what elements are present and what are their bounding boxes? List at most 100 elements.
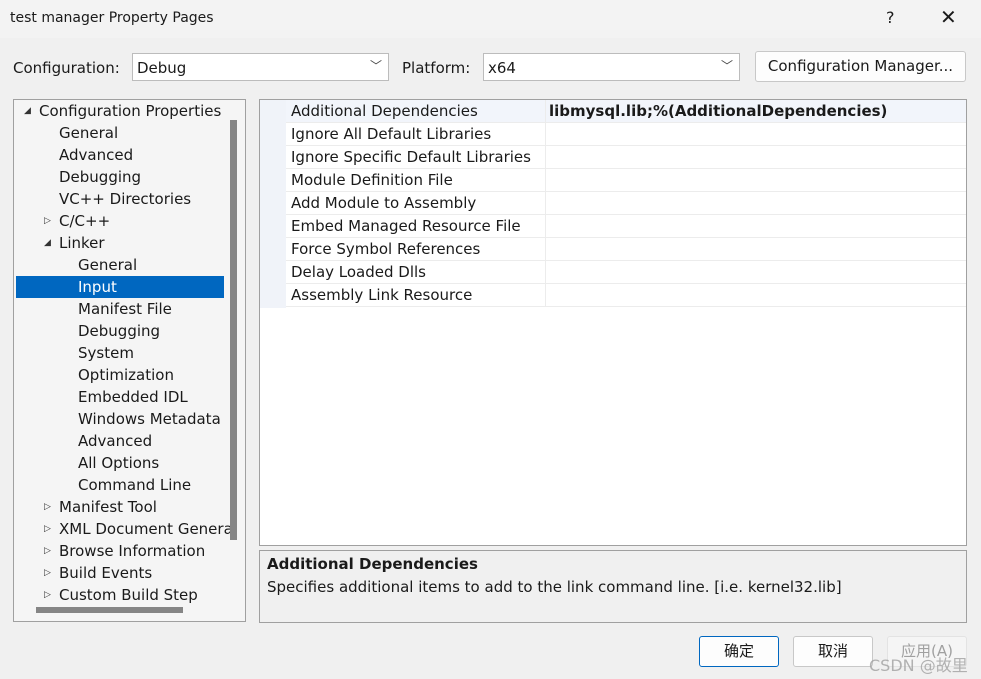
tree-item-label: C/C++ — [59, 212, 111, 230]
tree-item[interactable]: Optimization — [16, 364, 224, 386]
tree-item-label: VC++ Directories — [59, 190, 192, 208]
property-row[interactable]: Module Definition File — [286, 169, 966, 192]
property-value[interactable]: libmysql.lib;%(AdditionalDependencies) — [545, 100, 965, 122]
help-button[interactable]: ? — [886, 8, 895, 27]
tree-item-label: Custom Build Step — [59, 586, 198, 604]
expanded-arrow-icon[interactable]: ◢ — [44, 232, 51, 254]
tree-item[interactable]: Advanced — [16, 430, 224, 452]
collapsed-arrow-icon[interactable]: ▷ — [44, 210, 51, 232]
tree-item-label: Optimization — [78, 366, 174, 384]
property-row[interactable]: Ignore Specific Default Libraries — [286, 146, 966, 169]
tree-item-label: Manifest File — [78, 300, 172, 318]
tree-item[interactable]: VC++ Directories — [16, 188, 224, 210]
tree-item[interactable]: Embedded IDL — [16, 386, 224, 408]
collapsed-arrow-icon[interactable]: ▷ — [44, 518, 51, 540]
tree-item[interactable]: Advanced — [16, 144, 224, 166]
collapsed-arrow-icon[interactable]: ▷ — [44, 540, 51, 562]
tree-item[interactable]: Debugging — [16, 320, 224, 342]
tree-item-label: Advanced — [78, 432, 153, 450]
tree-item[interactable]: ▷ Custom Build Step — [16, 584, 224, 606]
property-tree[interactable]: ◢ Configuration Properties General Advanced… — [13, 99, 246, 622]
property-row[interactable]: Force Symbol References — [286, 238, 966, 261]
horizontal-scrollbar[interactable] — [36, 607, 183, 613]
tree-item-label: Input — [78, 278, 117, 296]
property-value[interactable] — [545, 123, 965, 145]
tree-item-label: Debugging — [59, 168, 142, 186]
cancel-button[interactable]: 取消 — [793, 636, 873, 667]
property-row[interactable]: Add Module to Assembly — [286, 192, 966, 215]
tree-item[interactable]: ▷ Build Events — [16, 562, 224, 584]
property-row[interactable]: Embed Managed Resource File — [286, 215, 966, 238]
property-name: Delay Loaded Dlls — [291, 263, 426, 281]
configuration-label: Configuration: — [13, 59, 120, 77]
tree-item[interactable]: Command Line — [16, 474, 224, 496]
property-value[interactable] — [545, 238, 965, 260]
vertical-scrollbar[interactable] — [230, 120, 237, 540]
property-name: Ignore All Default Libraries — [291, 125, 492, 143]
collapsed-arrow-icon[interactable]: ▷ — [44, 584, 51, 606]
grid-gutter — [260, 100, 286, 308]
property-value[interactable] — [545, 192, 965, 214]
property-name: Add Module to Assembly — [291, 194, 477, 212]
configuration-manager-button[interactable]: Configuration Manager... — [755, 51, 966, 82]
tree-item[interactable]: Windows Metadata — [16, 408, 224, 430]
property-name: Assembly Link Resource — [291, 286, 473, 304]
tree-item-label: Manifest Tool — [59, 498, 157, 516]
tree-item-label: General — [78, 256, 138, 274]
tree-item[interactable]: ◢ Configuration Properties — [16, 100, 224, 122]
property-name: Embed Managed Resource File — [291, 217, 521, 235]
collapsed-arrow-icon[interactable]: ▷ — [44, 562, 51, 584]
tree-item-label: System — [78, 344, 134, 362]
description-title: Additional Dependencies — [267, 555, 478, 573]
tree-item[interactable]: ▷ Manifest Tool — [16, 496, 224, 518]
tree-item-label: Linker — [59, 234, 105, 252]
tree-item-label: All Options — [78, 454, 160, 472]
platform-dropdown[interactable]: x64 ﹀ — [483, 53, 740, 81]
tree-item[interactable]: ▷ Browse Information — [16, 540, 224, 562]
tree-item[interactable]: Manifest File — [16, 298, 224, 320]
tree-item[interactable]: All Options — [16, 452, 224, 474]
chevron-down-icon: ﹀ — [369, 59, 382, 73]
configuration-dropdown[interactable]: Debug ﹀ — [132, 53, 389, 81]
property-value[interactable] — [545, 261, 965, 283]
tree-item[interactable]: ◢ Linker — [16, 232, 224, 254]
tree-item[interactable]: General — [16, 122, 224, 144]
description-panel: Additional Dependencies Specifies additi… — [259, 550, 967, 623]
tree-item-label: Embedded IDL — [78, 388, 188, 406]
property-row[interactable]: Delay Loaded Dlls — [286, 261, 966, 284]
tree-item-label: XML Document Genera — [59, 520, 233, 538]
property-value[interactable] — [545, 169, 965, 191]
ok-button[interactable]: 确定 — [699, 636, 779, 667]
tree-item[interactable]: System — [16, 342, 224, 364]
tree-item[interactable]: ▷ XML Document Genera — [16, 518, 233, 540]
platform-label: Platform: — [402, 59, 471, 77]
configuration-value: Debug — [137, 59, 187, 77]
watermark: CSDN @故里 — [869, 656, 968, 675]
property-name: Additional Dependencies — [291, 102, 478, 120]
tree-item[interactable]: Debugging — [16, 166, 224, 188]
tree-item[interactable]: Input — [16, 276, 224, 298]
tree-item-label: General — [59, 124, 119, 142]
chevron-down-icon: ﹀ — [720, 59, 733, 73]
property-row[interactable]: Assembly Link Resource — [286, 284, 966, 307]
window-title: test manager Property Pages — [10, 10, 214, 26]
property-name: Force Symbol References — [291, 240, 481, 258]
tree-item-label: Browse Information — [59, 542, 206, 560]
collapsed-arrow-icon[interactable]: ▷ — [44, 496, 51, 518]
tree-item[interactable]: ▷ C/C++ — [16, 210, 224, 232]
property-row[interactable]: Additional Dependencies libmysql.lib;%(Ad… — [286, 100, 966, 123]
property-row[interactable]: Ignore All Default Libraries — [286, 123, 966, 146]
tree-item-label: Windows Metadata — [78, 410, 221, 428]
tree-item-label: Command Line — [78, 476, 192, 494]
property-name: Ignore Specific Default Libraries — [291, 148, 531, 166]
platform-value: x64 — [488, 59, 516, 77]
close-button[interactable]: ✕ — [940, 5, 957, 29]
tree-item[interactable]: General — [16, 254, 224, 276]
expanded-arrow-icon[interactable]: ◢ — [24, 100, 31, 122]
tree-item-label: Configuration Properties — [39, 102, 222, 120]
tree-item-label: Build Events — [59, 564, 153, 582]
property-value[interactable] — [545, 215, 965, 237]
property-value[interactable] — [545, 284, 965, 306]
tree-item-label: Debugging — [78, 322, 161, 340]
property-value[interactable] — [545, 146, 965, 168]
